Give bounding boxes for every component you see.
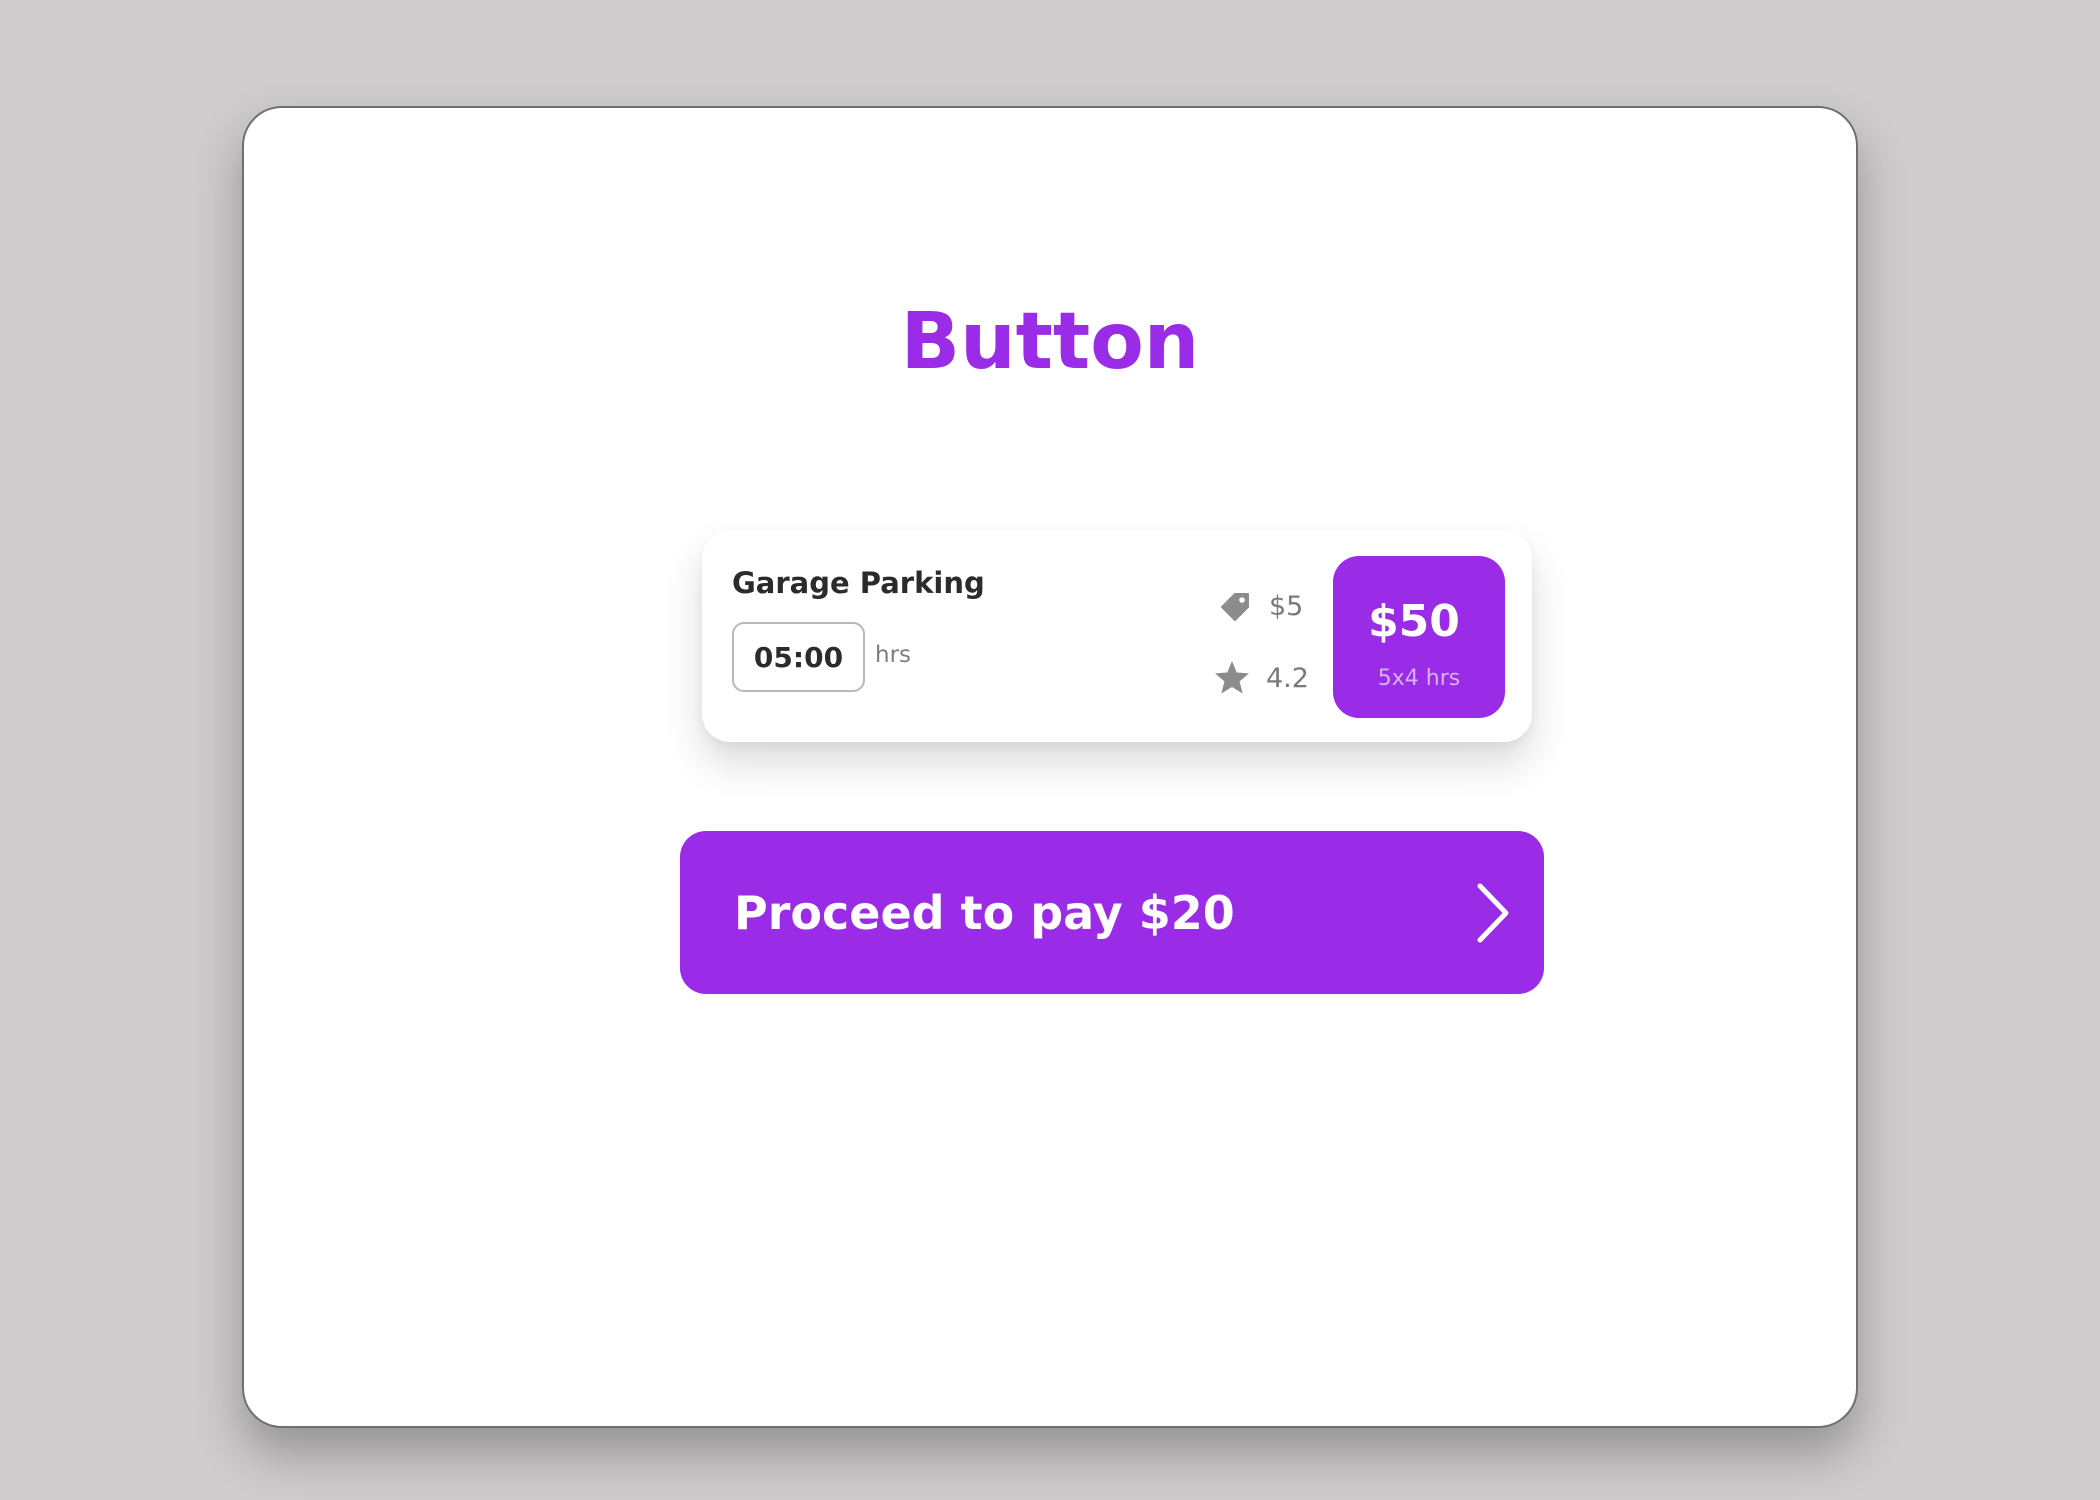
- page-title: Button: [900, 297, 1200, 387]
- star-icon: [1215, 661, 1249, 694]
- rating-value: 4.2: [1266, 662, 1309, 694]
- proceed-to-pay-label: Proceed to pay $20: [734, 885, 1235, 940]
- chevron-right-icon: [1477, 883, 1509, 942]
- hours-input[interactable]: [732, 622, 865, 692]
- price-per-hour: $5: [1215, 586, 1303, 626]
- hours-unit-label: hrs: [875, 642, 912, 668]
- rating: 4.2: [1212, 658, 1309, 698]
- price-tag-icon: [1221, 593, 1249, 621]
- parking-title: Garage Parking: [732, 566, 985, 600]
- total-breakdown: 5x4 hrs: [1377, 666, 1461, 691]
- app-window: Button: [242, 106, 1858, 1428]
- total-amount: $50: [1368, 596, 1460, 647]
- proceed-to-pay-button[interactable]: Proceed to pay $20: [680, 831, 1544, 994]
- total-price-badge[interactable]: $50 5x4 hrs: [1333, 556, 1505, 718]
- price-per-hour-value: $5: [1269, 590, 1304, 622]
